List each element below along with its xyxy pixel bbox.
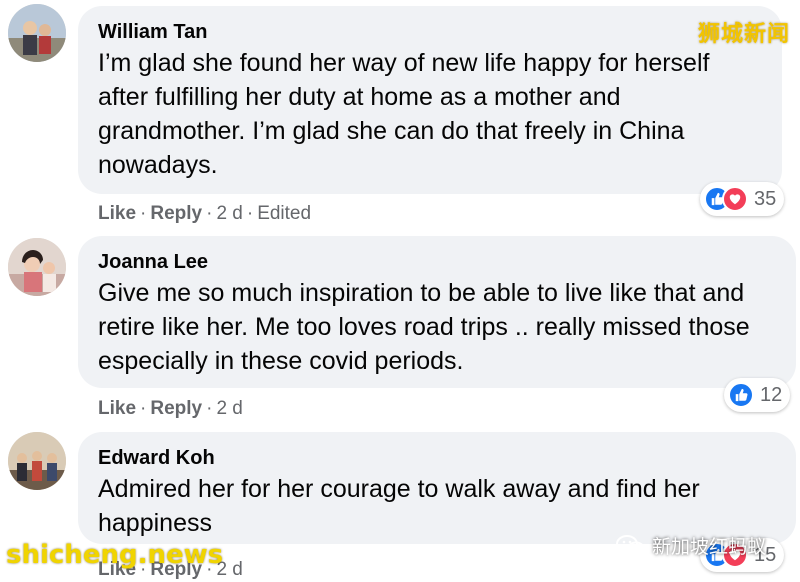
comment-bubble: Edward Koh Admired her for her courage t… xyxy=(78,432,796,544)
love-reaction-icon xyxy=(722,186,748,212)
separator: · xyxy=(140,203,147,224)
comment-author[interactable]: William Tan xyxy=(98,20,762,44)
comment-time[interactable]: 2 d xyxy=(216,203,242,224)
comment-actions: Like · Reply · 2 d · Edited xyxy=(98,202,311,226)
reaction-summary[interactable]: 35 xyxy=(700,182,785,216)
separator: · xyxy=(140,398,147,419)
comment-author[interactable]: Joanna Lee xyxy=(98,250,776,274)
comment-text: I’m glad she found her way of new life h… xyxy=(98,49,710,179)
avatar[interactable] xyxy=(8,432,66,490)
separator: · xyxy=(246,203,254,224)
comment-text: Admired her for her courage to walk away… xyxy=(98,475,700,537)
watermark-top-right: 狮城新闻 xyxy=(697,22,790,47)
reply-link[interactable]: Reply xyxy=(150,398,202,419)
reaction-count: 12 xyxy=(760,383,783,406)
like-reaction-icon xyxy=(728,382,754,408)
comment-bubble: William Tan I’m glad she found her way o… xyxy=(78,6,782,194)
comment-author[interactable]: Edward Koh xyxy=(98,446,776,470)
comment-time[interactable]: 2 d xyxy=(216,398,242,419)
comment-bubble: Joanna Lee Give me so much inspiration t… xyxy=(78,236,796,388)
avatar-photo-icon xyxy=(8,4,66,62)
comment-actions: Like · Reply · 2 d xyxy=(98,397,243,421)
like-link[interactable]: Like xyxy=(98,398,136,419)
reaction-count: 35 xyxy=(754,187,777,210)
avatar-photo-icon xyxy=(8,432,66,490)
avatar[interactable] xyxy=(8,238,66,296)
reply-link[interactable]: Reply xyxy=(150,203,202,224)
edited-label: Edited xyxy=(257,203,312,224)
watermark-account-name: 新加坡红蚂蚁 xyxy=(652,536,767,558)
avatar-photo-icon xyxy=(8,238,66,296)
comment-text: Give me so much inspiration to be able t… xyxy=(98,279,750,375)
like-link[interactable]: Like xyxy=(98,203,136,224)
watermark-bottom-right: 新加坡红蚂蚁 xyxy=(616,532,766,559)
avatar[interactable] xyxy=(8,4,66,62)
wechat-icon xyxy=(616,534,645,556)
watermark-bottom-left: shicheng.news xyxy=(6,540,224,570)
separator: · xyxy=(206,203,213,224)
separator: · xyxy=(206,398,213,419)
reaction-summary[interactable]: 12 xyxy=(724,378,791,412)
